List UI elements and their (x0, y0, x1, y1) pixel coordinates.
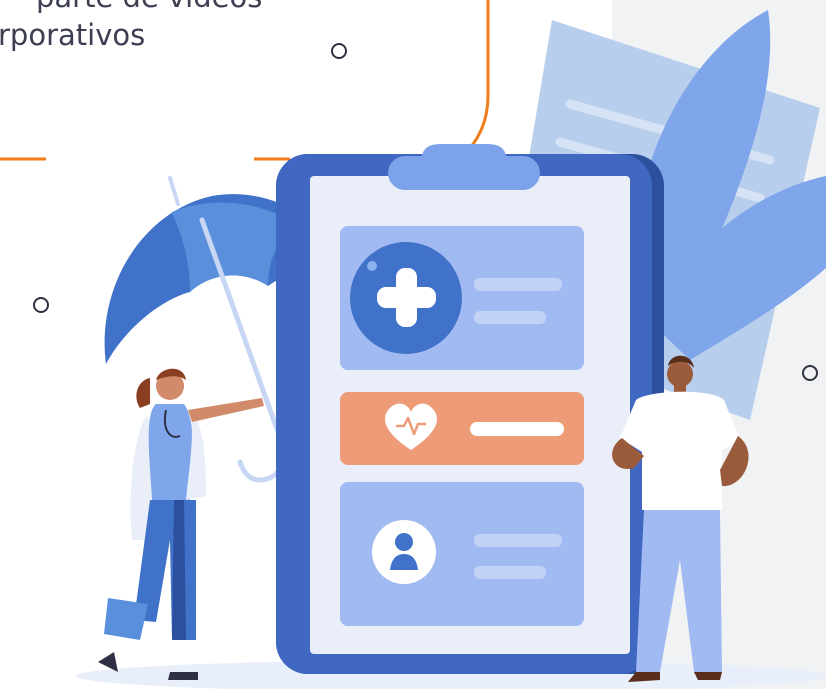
icon-highlight (367, 261, 377, 271)
user-head (395, 533, 413, 551)
clipboard-clip (388, 156, 540, 190)
umbrella-tip (168, 176, 180, 206)
deco-circle (33, 297, 49, 313)
text-placeholder-line (474, 566, 546, 579)
text-placeholder-line (474, 534, 562, 547)
illustration-canvas (0, 0, 826, 689)
health-illustration-slide: parte de vídeos rporativos (0, 0, 826, 689)
text-placeholder-line (474, 311, 546, 324)
clipboard-clip-top (422, 144, 506, 156)
value-bar (470, 422, 564, 436)
deco-circle (331, 43, 347, 59)
text-placeholder-line (474, 278, 562, 291)
plus-horizontal (377, 287, 436, 308)
caption-line-1: parte de vídeos (0, 0, 328, 16)
user-profile-icon (372, 520, 436, 584)
orange-frame-line (468, 0, 490, 149)
doctor-figure (98, 368, 264, 680)
caption-text: parte de vídeos rporativos (0, 0, 328, 54)
caption-line-2: rporativos (0, 18, 146, 52)
